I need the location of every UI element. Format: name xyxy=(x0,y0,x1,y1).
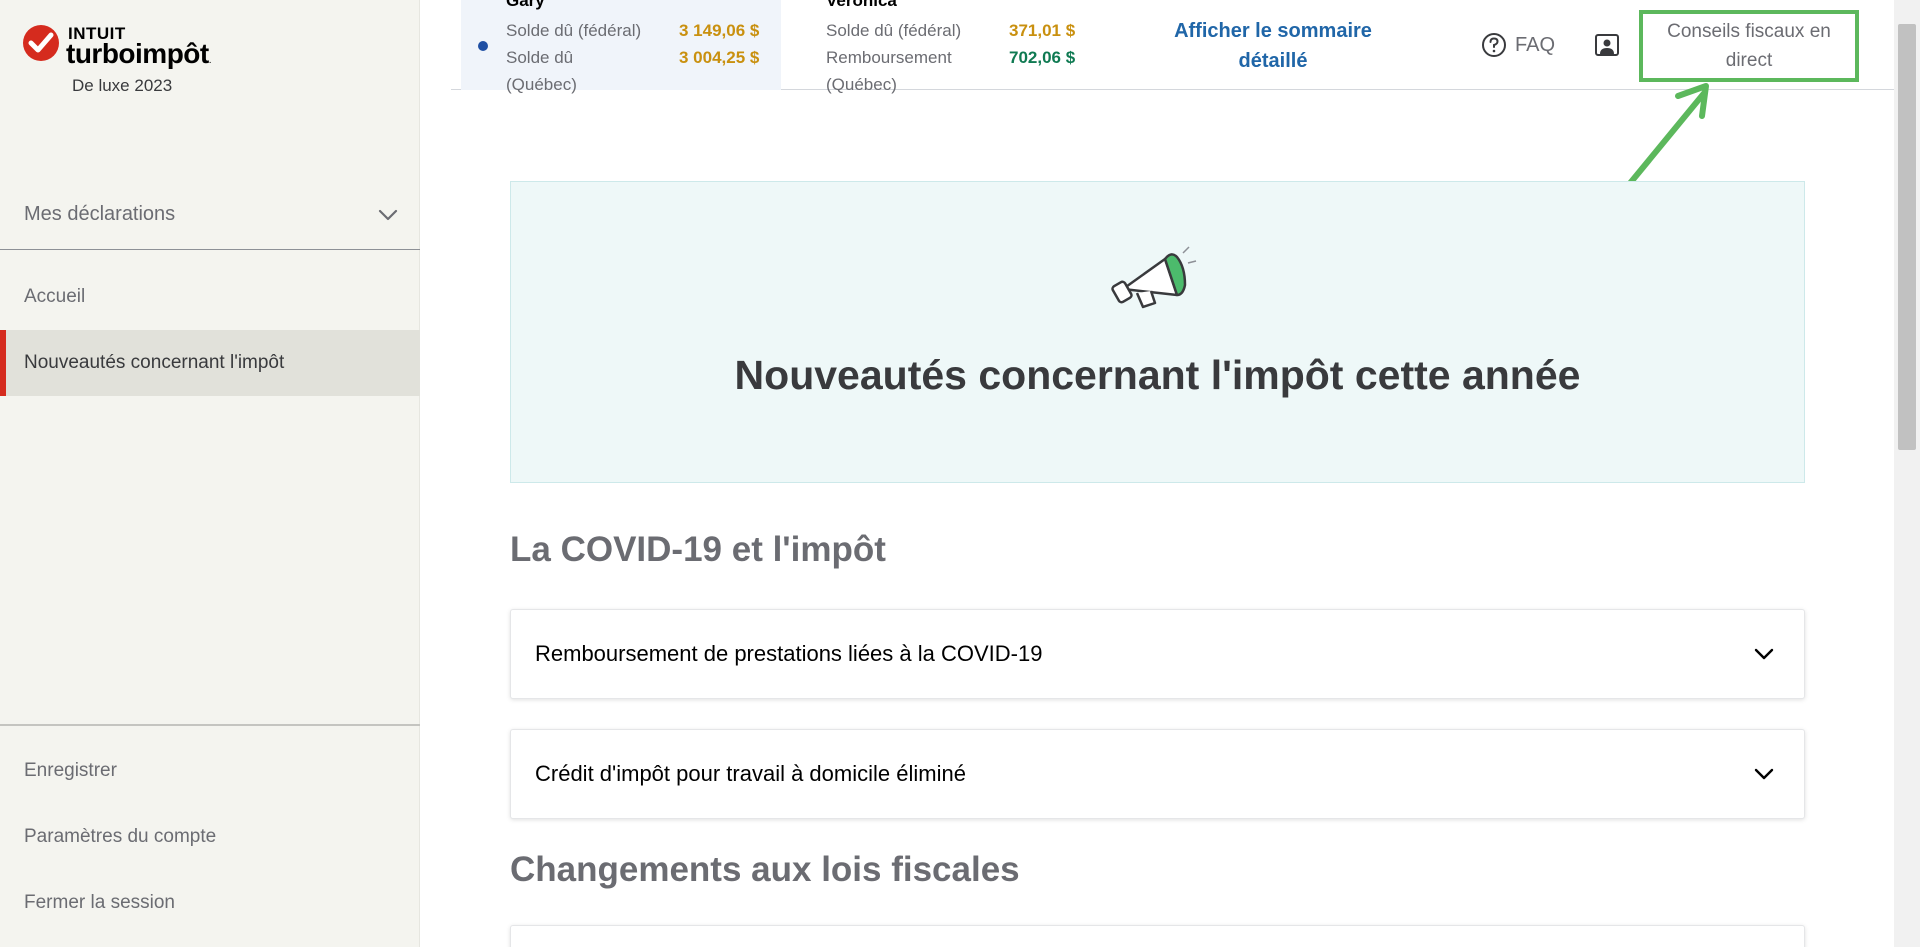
chevron-down-icon xyxy=(1754,648,1774,660)
save-link[interactable]: Enregistrer xyxy=(24,760,117,782)
person-name: Gary xyxy=(506,0,545,10)
user-profile-icon xyxy=(1595,34,1619,56)
quebec-balance-label-cont: (Québec) xyxy=(506,75,577,94)
sign-out-link[interactable]: Fermer la session xyxy=(24,892,175,914)
quebec-balance-label: Solde dû xyxy=(506,48,574,67)
accordion-covid-repayment[interactable]: Remboursement de prestations liées à la … xyxy=(510,609,1805,699)
sidebar-divider xyxy=(0,724,420,726)
chevron-down-icon xyxy=(378,209,398,220)
section-title-tax-law-changes: Changements aux lois fiscales xyxy=(510,850,1020,889)
account-settings-link[interactable]: Paramètres du compte xyxy=(24,826,216,848)
page-scrollbar[interactable] xyxy=(1894,0,1920,947)
quebec-balance-amount: 3 004,25 $ xyxy=(679,48,760,67)
scrollbar-thumb[interactable] xyxy=(1898,24,1916,450)
section-title-covid: La COVID-19 et l'impôt xyxy=(510,530,886,569)
sidebar-item-label: Accueil xyxy=(24,286,86,307)
question-circle-icon xyxy=(1482,33,1506,57)
sidebar-item-label: Nouveautés concernant l'impôt xyxy=(24,352,285,373)
federal-balance-amount: 371,01 $ xyxy=(1009,21,1076,40)
intuit-check-logo-icon xyxy=(23,25,59,61)
person-veronica-summary[interactable]: Veronica Solde dû (fédéral) 371,01 $ Rem… xyxy=(781,0,1111,94)
live-tax-advice-button[interactable]: Conseils fiscaux en direct xyxy=(1639,10,1859,82)
chevron-down-icon xyxy=(1754,768,1774,780)
accordion-home-office-credit[interactable]: Crédit d'impôt pour travail à domicile é… xyxy=(510,729,1805,819)
my-returns-label: Mes déclarations xyxy=(24,203,176,225)
faq-button[interactable]: FAQ xyxy=(1481,32,1555,58)
sidebar-item-tax-news[interactable]: Nouveautés concernant l'impôt xyxy=(0,330,420,396)
app-window: INTUIT turboimpôt. De luxe 2023 Mes décl… xyxy=(0,0,1920,947)
federal-balance-label: Solde dû (fédéral) xyxy=(826,21,962,40)
product-edition: De luxe 2023 xyxy=(72,76,173,95)
my-returns-dropdown[interactable]: Mes déclarations xyxy=(0,180,420,250)
person-name: Veronica xyxy=(826,0,897,10)
megaphone-icon xyxy=(1111,246,1197,309)
faq-label: FAQ xyxy=(1515,33,1556,56)
header-bar: Gary Solde dû (fédéral) 3 149,06 $ Solde… xyxy=(451,0,1894,94)
selected-person-indicator xyxy=(478,41,488,51)
federal-balance-label: Solde dû (fédéral) xyxy=(506,21,642,40)
accordion-label: Crédit d'impôt pour travail à domicile é… xyxy=(535,761,966,786)
logo-product-name: turboimpôt. xyxy=(66,38,212,69)
quebec-refund-label: Remboursement xyxy=(826,48,952,67)
federal-balance-amount: 3 149,06 $ xyxy=(679,21,760,40)
hero-banner: Nouveautés concernant l'impôt cette anné… xyxy=(510,181,1805,483)
accordion-tax-law-item[interactable] xyxy=(510,925,1805,947)
page-title: Nouveautés concernant l'impôt cette anné… xyxy=(734,352,1581,398)
quebec-refund-label-cont: (Québec) xyxy=(826,75,897,94)
sidebar: INTUIT turboimpôt. De luxe 2023 Mes décl… xyxy=(0,0,420,947)
detailed-summary-link[interactable]: Afficher le sommaire détaillé xyxy=(1163,16,1383,76)
profile-button[interactable] xyxy=(1594,33,1620,62)
accordion-label: Remboursement de prestations liées à la … xyxy=(535,641,1043,666)
quebec-refund-amount: 702,06 $ xyxy=(1009,48,1076,67)
sidebar-item-home[interactable]: Accueil xyxy=(0,264,420,330)
person-gary-summary[interactable]: Gary Solde dû (fédéral) 3 149,06 $ Solde… xyxy=(461,0,781,94)
